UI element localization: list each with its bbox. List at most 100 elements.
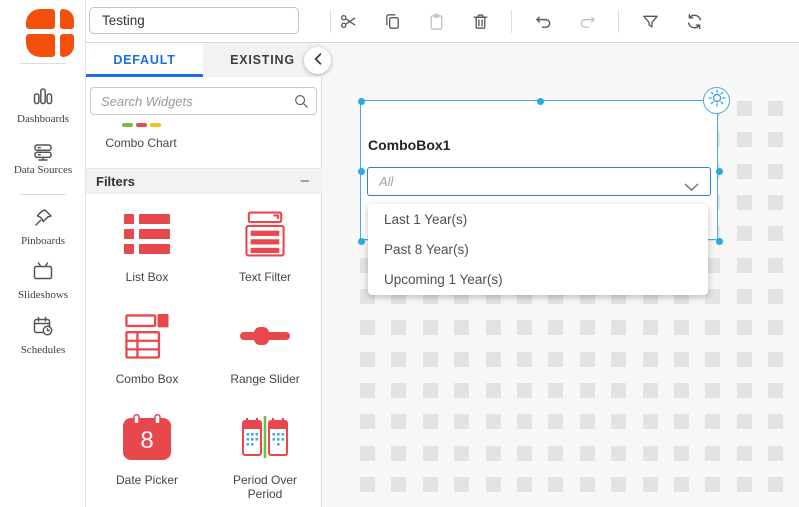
grid-cell [611,445,627,461]
combobox-value-input[interactable] [368,168,678,195]
sidebar-item-slideshows[interactable] [0,260,86,287]
widget-item-combo-box[interactable]: Combo Box [90,311,204,386]
filter-button[interactable] [633,5,667,37]
grid-cell [579,351,595,367]
panel-tabs: DEFAULT EXISTING [86,43,322,77]
resize-handle[interactable] [357,97,365,105]
grid-cell [548,382,564,398]
widget-item-label: List Box [125,270,169,284]
sidebar-item-pinboards[interactable] [0,207,86,234]
grid-cell [673,382,689,398]
clipboard-icon [427,12,446,31]
logo-piece [26,34,55,57]
logo-piece [26,9,55,29]
grid-cell [516,351,532,367]
grid-cell [548,320,564,336]
widget-item-text-filter[interactable]: Text Filter [208,209,322,284]
resize-handle[interactable] [536,97,544,105]
grid-cell [736,163,752,179]
grid-cell [485,351,501,367]
chevron-left-icon [314,52,322,70]
grid-cell [768,414,784,430]
resize-handle[interactable] [357,237,365,245]
left-nav-rail: Dashboards Data Sources Pinboards Slideshow… [0,0,86,507]
gear-icon [706,87,728,114]
refresh-button[interactable] [677,5,711,37]
grid-cell [705,445,721,461]
copy-button[interactable] [375,5,409,37]
sidebar-item-schedules[interactable] [0,315,86,342]
grid-cell [391,445,407,461]
widget-item-range-slider[interactable]: Range Slider [208,311,322,386]
grid-cell [485,476,501,492]
dropdown-option[interactable]: Upcoming 1 Year(s) [368,265,708,295]
grid-cell [579,320,595,336]
grid-cell [548,476,564,492]
paste-button[interactable] [419,5,453,37]
widget-item-period-over-period[interactable]: Period Over Period [208,412,322,501]
grid-cell [485,445,501,461]
resize-handle[interactable] [715,167,723,175]
widget-item-label: Period Over Period [232,473,298,501]
widget-settings-button[interactable] [703,87,730,114]
dropdown-option[interactable]: Last 1 Year(s) [368,205,708,235]
dropdown-option[interactable]: Past 8 Year(s) [368,235,708,265]
grid-cell [516,445,532,461]
combobox-input[interactable] [367,167,711,196]
grid-cell [768,382,784,398]
grid-cell [705,351,721,367]
grid-cell [548,445,564,461]
combo-box-icon [90,311,204,361]
grid-cell [579,382,595,398]
grid-cell [516,382,532,398]
grid-cell [454,414,470,430]
grid-cell [642,320,658,336]
widget-item-date-picker[interactable]: 8 Date Picker [90,412,204,487]
grid-cell [548,414,564,430]
divider [20,194,66,195]
copy-icon [383,12,402,31]
search-input[interactable] [91,88,289,114]
grid-cell [611,414,627,430]
section-title: Filters [96,174,136,189]
chevron-down-icon [684,178,699,191]
trash-icon [471,12,490,31]
widget-item-combo-chart[interactable]: Combo Chart [86,119,196,150]
sidebar-item-dashboards[interactable] [0,85,86,112]
pin-icon [32,207,54,229]
delete-button[interactable] [463,5,497,37]
panel-collapse-button[interactable] [304,47,331,74]
grid-cell [360,414,375,430]
grid-cell [611,351,627,367]
dashboard-canvas[interactable]: ComboBox1 Last 1 Year(s)Past 8 Year(s)Up… [322,43,799,507]
grid-cell [736,320,752,336]
undo-button[interactable] [526,5,560,37]
date-picker-icon: 8 [90,412,204,462]
widget-item-list-box[interactable]: List Box [90,209,204,284]
grid-cell [391,382,407,398]
grid-cell [768,257,784,273]
cut-button[interactable] [331,5,365,37]
resize-handle[interactable] [357,167,365,175]
resize-handle[interactable] [715,237,723,245]
redo-button[interactable] [570,5,604,37]
tab-default[interactable]: DEFAULT [86,43,203,77]
widget-panel: DEFAULTEXISTING Combo Chart Filters – Li… [86,43,331,507]
collapse-section-icon[interactable]: – [301,169,309,193]
grid-cell [705,320,721,336]
sidebar-item-label: Slideshows [17,289,69,301]
filters-section-header[interactable]: Filters – [86,168,322,194]
grid-cell [454,351,470,367]
grid-cell [768,226,784,242]
dashboard-name-input[interactable] [89,7,299,34]
grid-cell [768,132,784,148]
grid-cell [360,320,375,336]
app-logo[interactable] [26,9,74,57]
sidebar-item-label: Dashboards [17,113,69,125]
divider [618,9,619,33]
grid-cell [548,351,564,367]
grid-cell [516,320,532,336]
widget-item-label: Date Picker [115,473,179,487]
funnel-icon [641,12,660,31]
grid-cell [422,445,438,461]
